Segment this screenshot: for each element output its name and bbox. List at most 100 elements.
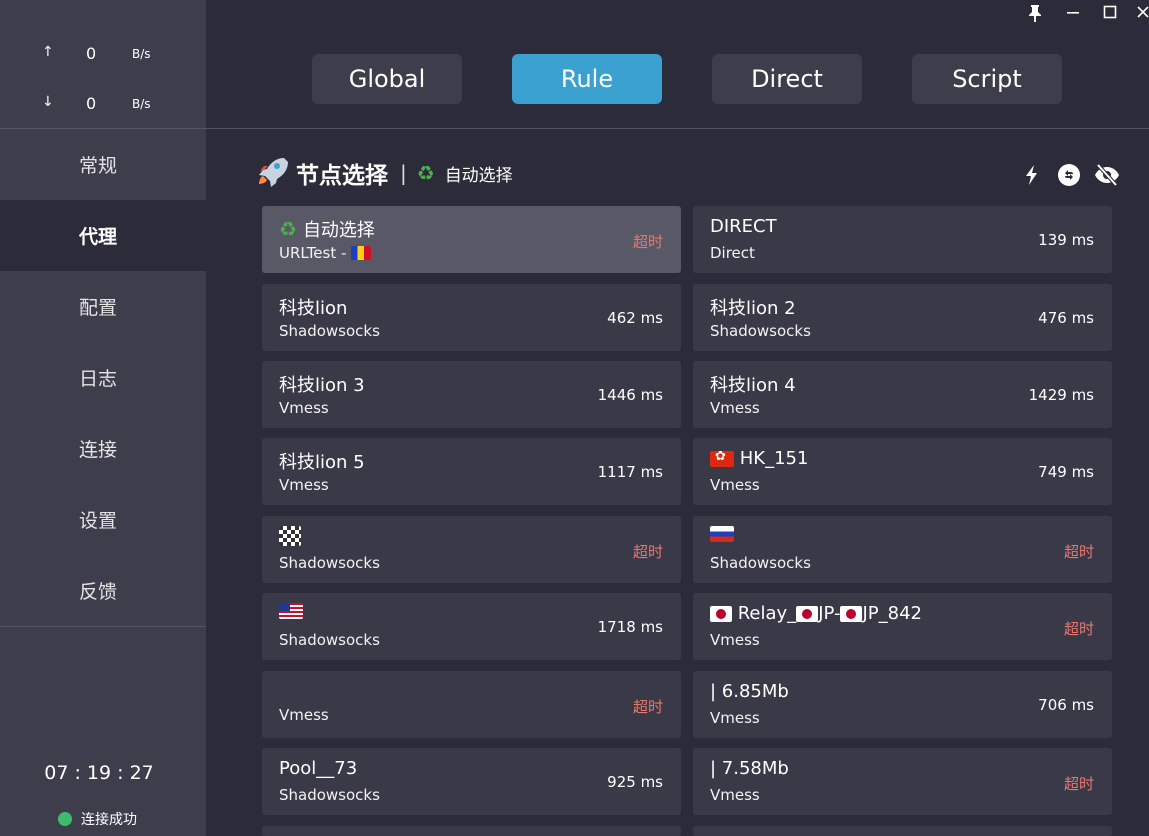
rocket-icon: [256, 155, 288, 191]
eye-off-icon[interactable]: [1094, 163, 1119, 187]
nav-item-feedback[interactable]: 反馈: [0, 555, 206, 626]
close-icon[interactable]: [1133, 4, 1149, 24]
divider: [206, 128, 1149, 129]
proxy-delay[interactable]: 706 ms: [1038, 696, 1094, 714]
proxy-delay[interactable]: 超时: [633, 696, 663, 717]
proxy-card[interactable]: | 6.85Mb Vmess 706 ms: [693, 671, 1112, 738]
connection-status-label: 连接成功: [81, 812, 137, 828]
nav-item-proxy[interactable]: 代理: [0, 200, 206, 271]
connection-status: 连接成功: [58, 809, 137, 829]
download-speed-value: 0: [86, 94, 97, 113]
download-arrow-icon: ↓: [42, 94, 54, 110]
chequered-flag-icon: [279, 526, 301, 546]
group-selected-proxy: 自动选择: [444, 165, 513, 186]
proxy-delay[interactable]: 1446 ms: [598, 386, 663, 404]
recycle-icon: ♻: [279, 217, 297, 241]
proxy-name-part: Relay_: [737, 603, 797, 624]
proxy-delay[interactable]: 476 ms: [1038, 309, 1094, 327]
nav-label: 代理: [78, 226, 117, 248]
proxy-delay[interactable]: 139 ms: [1038, 231, 1094, 249]
nav-label: 连接: [78, 439, 117, 461]
proxy-card[interactable]: ♻ 自动选择 URLTest - 超时: [262, 206, 681, 273]
flag-hongkong-icon: [710, 450, 734, 467]
proxy-type: Vmess: [710, 631, 760, 649]
proxy-delay[interactable]: 超时: [1064, 773, 1094, 794]
proxy-name: 科技lion: [279, 298, 348, 319]
mode-global-button[interactable]: Global: [312, 54, 462, 104]
nav-label: 反馈: [78, 581, 117, 603]
nav-item-general[interactable]: 常规: [0, 129, 206, 200]
flag-russia-icon: [710, 526, 734, 542]
pin-icon[interactable]: [1025, 4, 1045, 24]
download-speed-unit: B/s: [132, 97, 151, 111]
proxy-delay[interactable]: 925 ms: [607, 773, 663, 791]
proxy-card[interactable]: 科技lion 3 Vmess 1446 ms: [262, 361, 681, 428]
proxy-type: Vmess: [710, 786, 760, 804]
minimize-icon[interactable]: [1063, 4, 1083, 24]
divider: [0, 626, 206, 627]
upload-speed-value: 0: [86, 44, 97, 63]
proxy-card[interactable]: DIRECT Direct 139 ms: [693, 206, 1112, 273]
proxy-name: | 7.58Mb: [710, 758, 789, 779]
upload-speed: ↑ 0 B/s: [0, 44, 206, 64]
proxy-card[interactable]: Relay_ JP- JP_842 Vmess 超时: [693, 593, 1112, 660]
proxy-card[interactable]: 科技lion 4 Vmess 1429 ms: [693, 361, 1112, 428]
sidebar: ↑ 0 B/s ↓ 0 B/s 常规 代理 配置 日志 连接 设置 反馈 07 …: [0, 0, 206, 836]
proxy-card[interactable]: [693, 826, 1112, 836]
proxy-card[interactable]: | 7.58Mb Vmess 超时: [693, 748, 1112, 815]
proxy-name-part: JP_842: [862, 603, 922, 624]
nav-item-profiles[interactable]: 配置: [0, 271, 206, 342]
upload-speed-unit: B/s: [132, 47, 151, 61]
proxy-type: Shadowsocks: [279, 554, 380, 572]
proxy-type: Shadowsocks: [279, 786, 380, 804]
flag-japan-icon: [710, 605, 732, 622]
proxy-delay[interactable]: 462 ms: [607, 309, 663, 327]
proxy-type: Shadowsocks: [710, 322, 811, 340]
mode-script-button[interactable]: Script: [912, 54, 1062, 104]
nav-label: 配置: [78, 297, 117, 319]
proxy-card[interactable]: Vmess 超时: [262, 671, 681, 738]
proxy-type: Direct: [710, 244, 755, 262]
upload-arrow-icon: ↑: [42, 44, 54, 60]
proxy-delay[interactable]: 超时: [1064, 541, 1094, 562]
proxy-card[interactable]: Shadowsocks 超时: [693, 516, 1112, 583]
proxy-delay[interactable]: 749 ms: [1038, 463, 1094, 481]
proxy-type: Vmess: [279, 399, 329, 417]
proxy-card[interactable]: 科技lion 5 Vmess 1117 ms: [262, 438, 681, 505]
mode-direct-button[interactable]: Direct: [712, 54, 862, 104]
proxy-card[interactable]: Shadowsocks 超时: [262, 516, 681, 583]
maximize-icon[interactable]: [1100, 4, 1120, 24]
proxy-name: 科技lion 4: [710, 375, 796, 396]
proxy-card[interactable]: HK_151 Vmess 749 ms: [693, 438, 1112, 505]
group-separator: |: [400, 161, 407, 185]
proxy-delay[interactable]: 1718 ms: [598, 618, 663, 636]
status-dot-icon: [58, 812, 72, 826]
flag-usa-icon: [279, 603, 303, 619]
proxy-name: Pool__73: [279, 758, 358, 779]
proxy-delay[interactable]: 1117 ms: [598, 463, 663, 481]
uptime-clock: 07 : 19 : 27: [44, 762, 154, 784]
refresh-icon[interactable]: [1057, 163, 1081, 187]
proxy-type: Shadowsocks: [710, 554, 811, 572]
proxy-name: DIRECT: [710, 216, 777, 237]
proxy-card[interactable]: 科技lion 2 Shadowsocks 476 ms: [693, 284, 1112, 351]
proxy-type: Vmess: [279, 476, 329, 494]
proxy-card[interactable]: Shadowsocks 1718 ms: [262, 593, 681, 660]
nav-label: 设置: [78, 510, 117, 532]
nav-item-connections[interactable]: 连接: [0, 413, 206, 484]
proxy-delay[interactable]: 超时: [633, 231, 663, 252]
mode-rule-button[interactable]: Rule: [512, 54, 662, 104]
proxy-delay[interactable]: 1429 ms: [1029, 386, 1094, 404]
lightning-icon[interactable]: [1020, 163, 1044, 187]
proxy-type: Vmess: [710, 709, 760, 727]
proxy-name: | 6.85Mb: [710, 681, 789, 702]
proxy-delay[interactable]: 超时: [1064, 618, 1094, 639]
nav-item-logs[interactable]: 日志: [0, 342, 206, 413]
proxy-card[interactable]: [262, 826, 681, 836]
proxy-card[interactable]: 科技lion Shadowsocks 462 ms: [262, 284, 681, 351]
proxy-name: 科技lion 5: [279, 452, 365, 473]
nav-item-settings[interactable]: 设置: [0, 484, 206, 555]
proxy-card[interactable]: Pool__73 Shadowsocks 925 ms: [262, 748, 681, 815]
proxy-name: HK_151: [739, 448, 809, 469]
proxy-delay[interactable]: 超时: [633, 541, 663, 562]
